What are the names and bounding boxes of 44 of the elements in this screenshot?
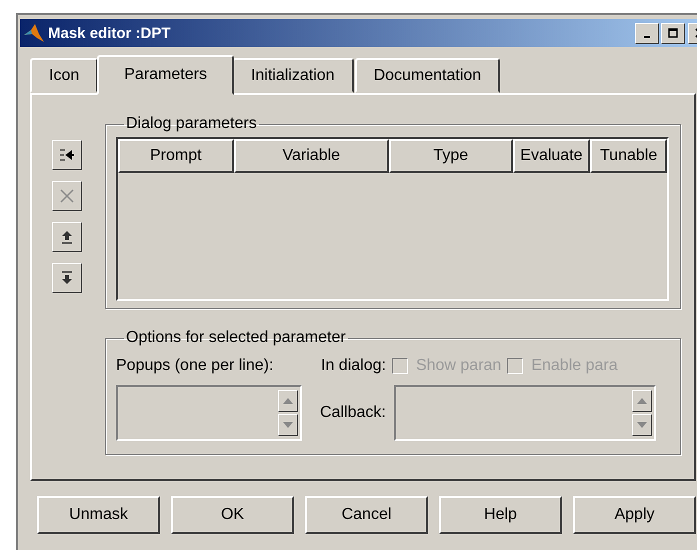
popups-field[interactable]	[116, 385, 302, 441]
dialog-button[interactable]: Apply	[573, 496, 696, 534]
maximize-icon	[668, 28, 678, 38]
cross-icon	[59, 188, 75, 204]
move-down-icon	[59, 270, 75, 286]
window-title: Mask editor :DPT	[48, 24, 172, 42]
checkbox-label: Show paran	[416, 357, 502, 375]
move-up-icon	[59, 229, 75, 245]
down-button[interactable]	[52, 263, 82, 293]
tab[interactable]: Icon	[30, 58, 98, 93]
add-button[interactable]	[52, 140, 82, 170]
popups-label: Popups (one per line):	[116, 357, 274, 375]
dialog-button[interactable]: OK	[171, 496, 294, 534]
in-dialog-label: In dialog:	[321, 357, 386, 375]
insert-arrow-icon	[59, 147, 75, 163]
group-title: Options for selected parameter	[125, 329, 347, 347]
column-header[interactable]: Prompt	[118, 139, 234, 173]
column-header[interactable]: Evaluate	[512, 139, 590, 173]
dialog-button[interactable]: Cancel	[305, 496, 428, 534]
group-title: Dialog parameters	[125, 115, 258, 133]
tab[interactable]: Initialization	[232, 58, 354, 93]
scroll-down-button[interactable]	[632, 414, 652, 436]
scroll-up-button[interactable]	[278, 390, 298, 412]
minimize-button[interactable]	[635, 22, 659, 44]
logo-icon	[23, 22, 45, 44]
dialog-button[interactable]: Unmask	[37, 496, 160, 534]
checkbox-label: Enable para	[531, 357, 618, 375]
tab[interactable]: Parameters	[97, 55, 234, 95]
callback-label: Callback:	[320, 404, 386, 422]
minimize-icon	[644, 36, 650, 38]
down-triangle-icon	[636, 422, 647, 428]
column-header[interactable]: Type	[389, 139, 513, 173]
down-triangle-icon	[283, 422, 293, 428]
dialog-button[interactable]: Help	[439, 496, 562, 534]
up-triangle-icon	[636, 398, 647, 404]
column-header[interactable]: Tunable	[590, 139, 667, 173]
up-button[interactable]	[52, 222, 82, 252]
scroll-up-button[interactable]	[632, 390, 652, 412]
tab[interactable]: Documentation	[354, 58, 500, 93]
column-header[interactable]: Variable	[234, 139, 389, 173]
up-triangle-icon	[283, 398, 293, 404]
maximize-button[interactable]	[661, 22, 685, 44]
scroll-down-button[interactable]	[278, 414, 298, 436]
callback-field[interactable]	[394, 385, 656, 441]
